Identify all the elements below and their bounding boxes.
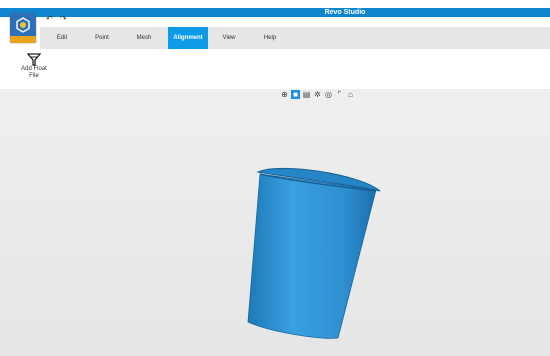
app-logo-button[interactable] [10,13,36,43]
funnel-icon [27,53,41,66]
tab-help[interactable]: Help [260,27,280,49]
cube-solid-icon[interactable]: ■ [291,90,300,99]
menu-bar: Edit Point Mesh Alignment View Help [40,27,550,49]
app-logo-icon [16,17,30,33]
crosshair-icon[interactable]: ⊕ [280,90,289,99]
tab-mesh[interactable]: Mesh [132,27,156,49]
view-toolbar: ⊕ ■ ▤ ✲ ◎ ⌜ ⌂ [280,90,355,102]
cube-wire-icon[interactable]: ▤ [302,90,311,99]
tab-view[interactable]: View [218,27,240,49]
tab-edit[interactable]: Edit [52,27,72,49]
add-float-file-button[interactable]: Add Float File [16,53,52,80]
add-float-label-line2: File [29,73,39,79]
light-icon[interactable]: ✲ [313,90,322,99]
title-bar: Revo Studio [0,8,550,17]
app-title: Revo Studio [324,9,366,16]
ribbon-panel [0,49,550,90]
chat-icon[interactable]: ⌂ [346,90,355,99]
frame-icon[interactable]: ⌜ [335,90,344,99]
undo-icon[interactable]: ↶ [46,15,53,23]
tab-alignment[interactable]: Alignment [168,27,208,49]
tab-point[interactable]: Point [92,27,112,49]
redo-icon[interactable]: ↷ [60,15,67,23]
cup-model[interactable] [240,160,390,345]
app-logo-ribbon [10,36,36,43]
target-icon[interactable]: ◎ [324,90,333,99]
add-float-label-line1: Add Float [21,66,47,72]
